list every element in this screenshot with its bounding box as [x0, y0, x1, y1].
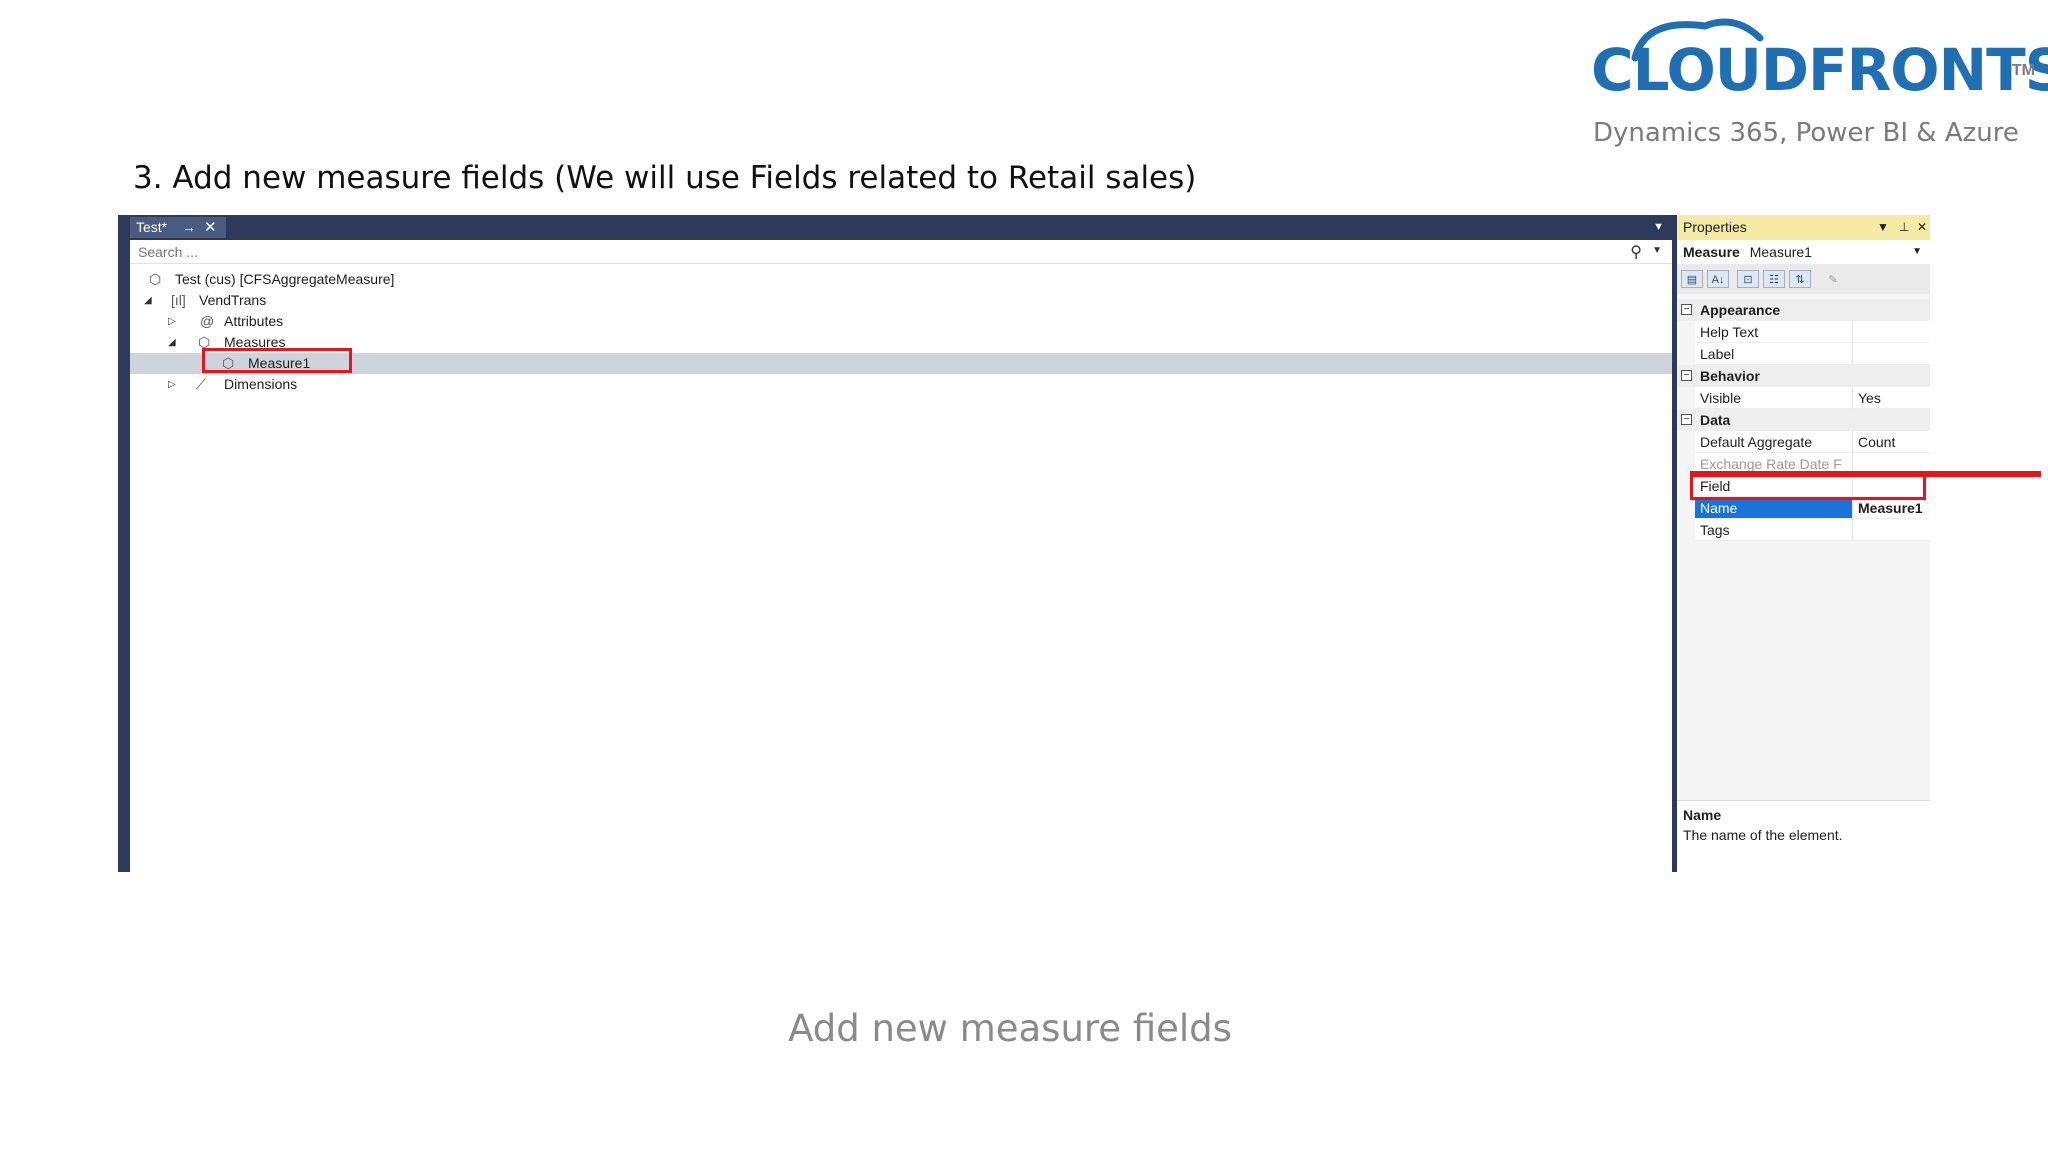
expand-arrow-icon[interactable]: ▷: [168, 311, 176, 332]
collapse-icon[interactable]: −: [1681, 414, 1692, 425]
logo-trademark: TM: [2011, 62, 2035, 79]
alphabetical-icon[interactable]: A↓: [1707, 270, 1729, 288]
property-row-help-text[interactable]: Help Text: [1677, 321, 1930, 343]
object-type: Measure: [1683, 244, 1740, 260]
tree-node-measure1[interactable]: ⬡ Measure1: [130, 353, 1672, 374]
properties-toolbar: ▤ A↓ ⊡ ☷ ⇅ ✎: [1677, 264, 1930, 294]
table-icon: [ıl]: [171, 292, 186, 308]
designer-screenshot: Test* → ✕ ▼ ⚲ ▼ ⬡ Test (cus) [CFSAggrega…: [118, 215, 2041, 872]
description-text: The name of the element.: [1683, 827, 1843, 843]
property-name: Tags: [1695, 519, 1853, 541]
slide-caption: Add new measure fields: [788, 1007, 1232, 1050]
property-name: Help Text: [1695, 321, 1853, 343]
object-selector[interactable]: Measure Measure1 ▼: [1677, 240, 1930, 264]
dimension-icon: ⟋: [196, 376, 206, 392]
category-data[interactable]: − Data: [1677, 409, 1930, 431]
tab-dropdown-icon[interactable]: ▼: [1653, 221, 1664, 233]
logo-brand: CLOUDFRONTS: [1591, 36, 2048, 104]
category-label: Behavior: [1700, 368, 1760, 384]
tree-node-label: Dimensions: [224, 376, 298, 392]
tree-node-label: VendTrans: [199, 292, 267, 308]
search-bar: ⚲ ▼: [130, 240, 1672, 264]
property-row-name[interactable]: Name Measure1: [1677, 497, 1930, 519]
tree-node-label: Attributes: [224, 313, 284, 329]
wrench-icon[interactable]: ✎: [1822, 270, 1844, 288]
close-icon[interactable]: ✕: [1917, 215, 1927, 240]
chevron-down-icon[interactable]: ▼: [1652, 245, 1662, 256]
property-row-visible[interactable]: Visible Yes: [1677, 387, 1930, 409]
property-name: Visible: [1695, 387, 1853, 409]
chevron-down-icon[interactable]: ▼: [1912, 240, 1922, 264]
tree-node-dimensions[interactable]: ▷ ⟋ Dimensions: [130, 374, 1672, 395]
search-input[interactable]: [136, 242, 1580, 262]
properties-icon[interactable]: ⊡: [1737, 270, 1759, 288]
designer-tree: ⬡ Test (cus) [CFSAggregateMeasure] ◢ [ıl…: [130, 269, 1672, 395]
document-tabbar: Test* → ✕ ▼: [130, 215, 1672, 240]
tree-node-attributes[interactable]: ▷ @ Attributes: [130, 311, 1672, 332]
property-description: Name The name of the element.: [1677, 800, 1930, 872]
property-value[interactable]: Yes: [1853, 387, 1930, 409]
tab-test[interactable]: Test* → ✕: [130, 217, 226, 238]
properties-header: Properties ▼ ⊥ ✕: [1677, 215, 1930, 240]
property-value[interactable]: Count: [1853, 431, 1930, 453]
property-value[interactable]: [1853, 321, 1930, 343]
property-name: Label: [1695, 343, 1853, 365]
property-value[interactable]: Measure1: [1853, 497, 1930, 519]
cloudfronts-logo: CLOUDFRONTS TM Dynamics 365, Power BI & …: [1575, 18, 2048, 158]
pin-icon[interactable]: ⊥: [1899, 215, 1909, 240]
category-label: Appearance: [1700, 302, 1781, 318]
chevron-down-icon[interactable]: ▼: [1877, 215, 1889, 240]
logo-tagline: Dynamics 365, Power BI & Azure: [1593, 118, 2019, 148]
property-grid: − Appearance Help Text Label − Behavior …: [1677, 299, 1930, 541]
categorized-icon[interactable]: ▤: [1681, 270, 1703, 288]
category-label: Data: [1700, 412, 1731, 428]
property-value[interactable]: [1853, 343, 1930, 365]
property-row-label[interactable]: Label: [1677, 343, 1930, 365]
field-highlight-box: [1690, 471, 1926, 500]
expand-arrow-icon[interactable]: ▷: [168, 374, 176, 395]
tree-node-measures[interactable]: ◢ ⬡ Measures: [130, 332, 1672, 353]
events-icon[interactable]: ☷: [1763, 270, 1785, 288]
properties-pane: Properties ▼ ⊥ ✕ Measure Measure1 ▼ ▤ A↓…: [1677, 215, 1930, 872]
property-name: Default Aggregate: [1695, 431, 1853, 453]
step-title: 3. Add new measure fields (We will use F…: [133, 160, 1197, 196]
property-value[interactable]: [1853, 519, 1930, 541]
property-row-default-aggregate[interactable]: Default Aggregate Count: [1677, 431, 1930, 453]
collapse-icon[interactable]: −: [1681, 304, 1692, 315]
object-name: Measure1: [1749, 244, 1812, 260]
property-name: Name: [1695, 497, 1853, 519]
designer-pane: Test* → ✕ ▼ ⚲ ▼ ⬡ Test (cus) [CFSAggrega…: [130, 215, 1672, 872]
tree-node-label: Test (cus) [CFSAggregateMeasure]: [175, 271, 395, 287]
collapse-arrow-icon[interactable]: ◢: [168, 332, 176, 353]
tree-node-vendtrans[interactable]: ◢ [ıl] VendTrans: [130, 290, 1672, 311]
category-behavior[interactable]: − Behavior: [1677, 365, 1930, 387]
property-row-tags[interactable]: Tags: [1677, 519, 1930, 541]
measure1-highlight-box: [202, 348, 352, 373]
search-icon[interactable]: ⚲: [1630, 242, 1642, 262]
properties-title: Properties: [1683, 219, 1747, 235]
sort-icon[interactable]: ⇅: [1789, 270, 1811, 288]
tab-label: Test*: [136, 219, 168, 235]
pin-icon[interactable]: →: [182, 217, 196, 238]
description-title: Name: [1683, 807, 1722, 823]
cube-icon: ⬡: [149, 271, 162, 287]
collapse-arrow-icon[interactable]: ◢: [144, 290, 152, 311]
category-appearance[interactable]: − Appearance: [1677, 299, 1930, 321]
attribute-icon: @: [200, 313, 215, 329]
tree-node-root[interactable]: ⬡ Test (cus) [CFSAggregateMeasure]: [130, 269, 1672, 290]
close-icon[interactable]: ✕: [204, 217, 217, 238]
collapse-icon[interactable]: −: [1681, 370, 1692, 381]
